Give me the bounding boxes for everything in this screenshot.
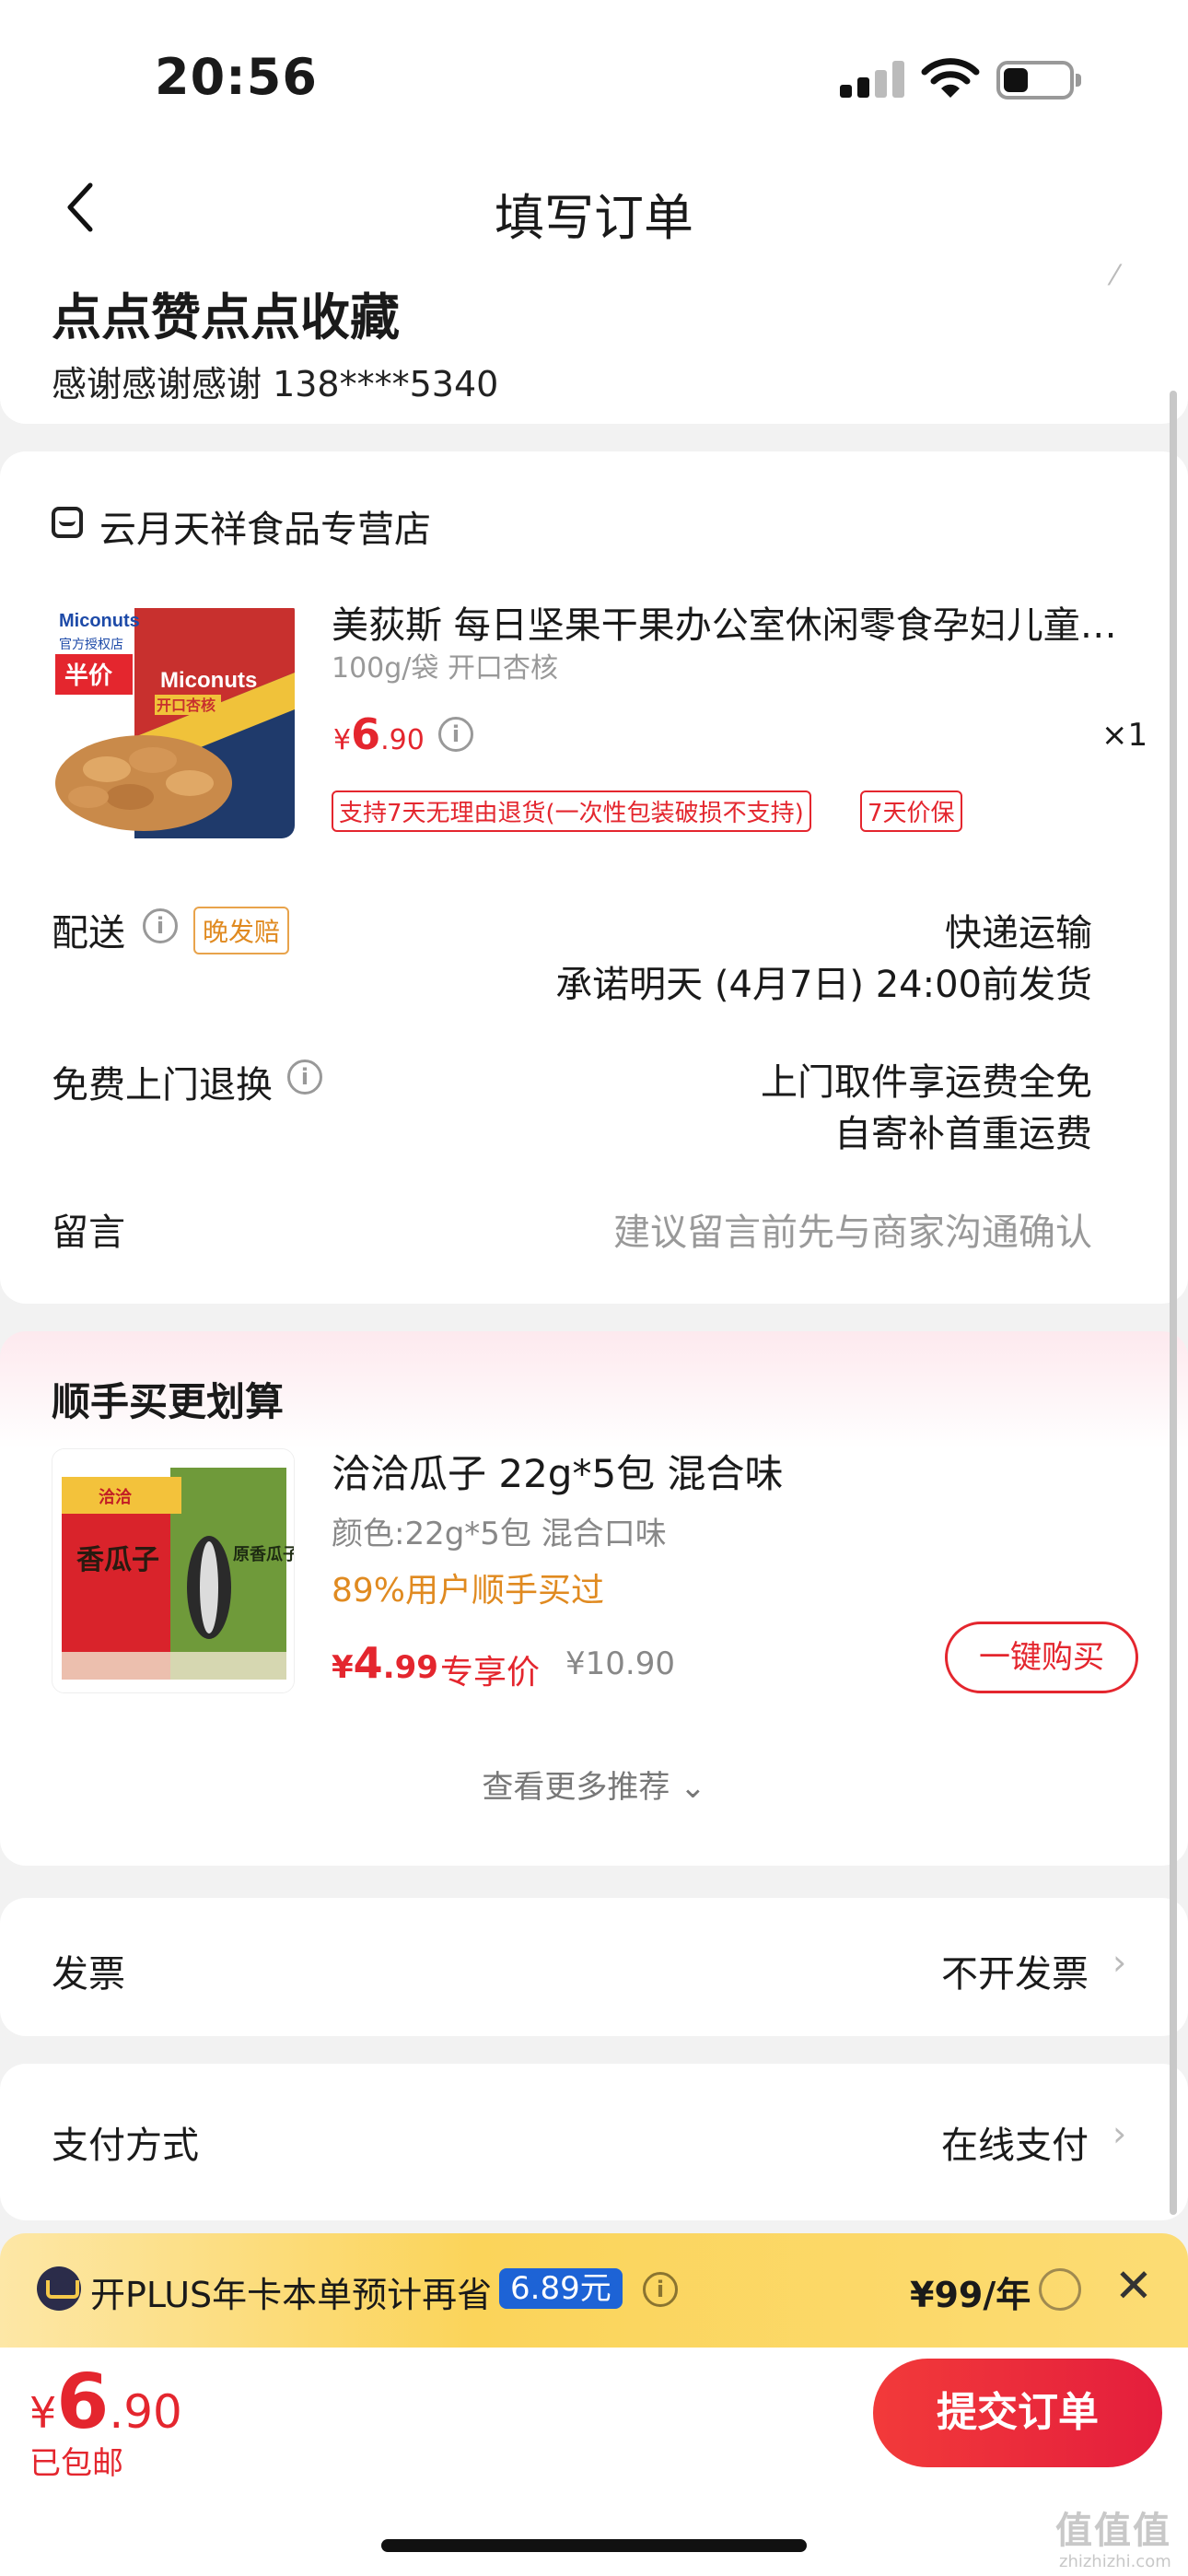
product-price: ¥6.90 bbox=[333, 709, 425, 759]
status-time: 20:56 bbox=[155, 48, 318, 106]
return-service-line1: 上门取件享运费全免 bbox=[761, 1061, 1092, 1104]
address-arrow-icon: ⁄ bbox=[1112, 260, 1118, 292]
delivery-promise: 承诺明天 (4月7日) 24:00前发货 bbox=[555, 964, 1092, 1006]
chevron-right-icon: › bbox=[1112, 2113, 1127, 2154]
svg-text:原香瓜子: 原香瓜子 bbox=[233, 1545, 295, 1564]
order-card bbox=[0, 451, 1188, 1304]
original-price: ¥10.90 bbox=[565, 1645, 675, 1682]
more-recommend-link[interactable]: 查看更多推荐 ⌄ bbox=[0, 1762, 1188, 1807]
product-image[interactable]: Miconuts 官方授权店 半价 Miconuts 开口杏核 bbox=[52, 599, 295, 838]
recommend-product-spec: 颜色:22g*5包 混合口味 bbox=[332, 1516, 667, 1552]
svg-text:开口杏核: 开口杏核 bbox=[157, 697, 215, 714]
invoice-value: 不开发票 bbox=[941, 1953, 1089, 1996]
store-name[interactable]: 云月天祥食品专营店 bbox=[99, 499, 431, 553]
plus-crown-icon bbox=[37, 2266, 81, 2311]
page-title: 填写订单 bbox=[495, 189, 693, 247]
close-icon[interactable]: ✕ bbox=[1114, 2259, 1153, 2313]
late-compensation-tag: 晚发赔 bbox=[193, 907, 290, 954]
message-input[interactable]: 建议留言前先与商家沟通确认 bbox=[613, 1202, 1092, 1256]
delivery-method: 快递运输 bbox=[945, 912, 1092, 954]
submit-order-button[interactable]: 提交订单 bbox=[873, 2359, 1162, 2467]
scrollbar[interactable] bbox=[1170, 391, 1177, 2215]
svg-text:Miconuts: Miconuts bbox=[160, 668, 257, 693]
plus-save-amount: 6.89元 bbox=[499, 2268, 623, 2309]
watermark-url: zhizhizhi.com bbox=[1059, 2552, 1171, 2571]
one-click-buy-button[interactable]: 一键购买 bbox=[945, 1622, 1138, 1693]
svg-text:洽洽: 洽洽 bbox=[99, 1487, 133, 1507]
price-info-icon[interactable]: i bbox=[438, 717, 473, 752]
delivery-info-icon[interactable]: i bbox=[143, 908, 178, 943]
svg-text:Miconuts: Miconuts bbox=[59, 611, 140, 631]
return-policy-tag: 支持7天无理由退货(一次性包装破损不支持) bbox=[332, 790, 811, 832]
svg-text:香瓜子: 香瓜子 bbox=[76, 1544, 159, 1576]
svg-text:官方授权店: 官方授权店 bbox=[59, 638, 123, 652]
battery-icon bbox=[996, 61, 1083, 100]
chevron-right-icon: › bbox=[1112, 1942, 1127, 1983]
recommend-product-image[interactable]: 洽洽 香瓜子 原香瓜子 bbox=[52, 1448, 295, 1693]
invoice-label: 发票 bbox=[52, 1953, 125, 1996]
address-contact: 感谢感谢感谢 138****5340 bbox=[52, 364, 499, 404]
cellular-signal-icon bbox=[840, 61, 906, 98]
address-name: 点点赞点点收藏 bbox=[52, 288, 400, 346]
exclusive-price-label: 专享价 bbox=[440, 1654, 541, 1692]
return-service-label: 免费上门退换 bbox=[52, 1064, 273, 1107]
wifi-icon bbox=[921, 57, 980, 100]
home-indicator[interactable] bbox=[381, 2539, 807, 2552]
product-spec: 100g/袋 开口杏核 bbox=[332, 652, 558, 685]
plus-promo-text: 开PLUS年卡本单预计再省 bbox=[90, 2275, 493, 2315]
payment-label: 支付方式 bbox=[52, 2125, 199, 2167]
recommend-price: ¥4.99 bbox=[332, 1638, 438, 1688]
payment-value: 在线支付 bbox=[941, 2125, 1089, 2167]
svg-text:半价: 半价 bbox=[64, 662, 113, 690]
recommend-bought-percent: 89%用户顺手买过 bbox=[332, 1572, 605, 1610]
store-icon bbox=[52, 507, 83, 538]
product-quantity: ×1 bbox=[1101, 717, 1148, 754]
return-service-line2: 自寄补首重运费 bbox=[834, 1113, 1092, 1155]
message-label: 留言 bbox=[52, 1212, 125, 1254]
plus-select-radio[interactable] bbox=[1039, 2268, 1081, 2311]
plus-price: ¥99/年 bbox=[910, 2275, 1031, 2315]
product-title[interactable]: 美荻斯 每日坚果干果办公室休闲零食孕妇儿童… bbox=[332, 595, 1124, 649]
return-info-icon[interactable]: i bbox=[287, 1060, 322, 1095]
price-protect-tag: 7天价保 bbox=[860, 790, 962, 832]
delivery-label: 配送 bbox=[52, 912, 125, 954]
recommend-title: 顺手买更划算 bbox=[52, 1379, 285, 1424]
watermark: 值值值 bbox=[1055, 2510, 1171, 2552]
shipping-status: 已包邮 bbox=[29, 2445, 123, 2482]
plus-info-icon[interactable]: i bbox=[643, 2272, 678, 2307]
total-price: ¥6.90 bbox=[29, 2359, 182, 2446]
recommend-product-name[interactable]: 洽洽瓜子 22g*5包 混合味 bbox=[332, 1443, 784, 1499]
